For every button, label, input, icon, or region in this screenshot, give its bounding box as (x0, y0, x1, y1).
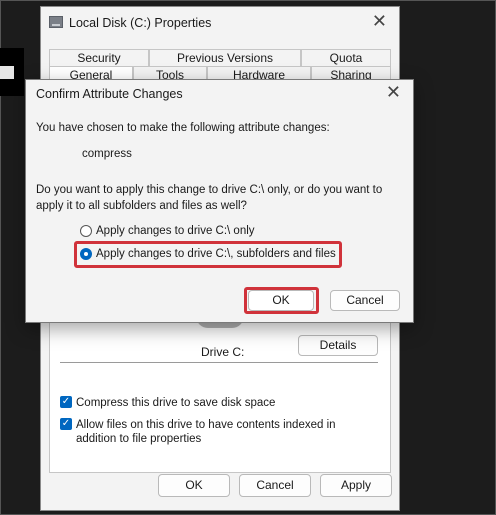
close-icon[interactable]: ✕ (386, 82, 401, 103)
apply-button[interactable]: Apply (320, 474, 392, 497)
option-drive-only[interactable]: Apply changes to drive C:\ only (80, 225, 255, 237)
ok-button[interactable]: OK (158, 474, 230, 497)
index-files-checkbox[interactable]: ✓ (60, 418, 72, 430)
cancel-button[interactable]: Cancel (239, 474, 311, 497)
drive-label: Drive C: (201, 345, 245, 359)
divider (60, 362, 378, 363)
highlight-ok-button (244, 287, 319, 314)
drive-icon (49, 16, 63, 28)
background-window-fragment (0, 66, 14, 79)
tab-previous-versions[interactable]: Previous Versions (149, 49, 301, 67)
close-icon[interactable]: ✕ (372, 11, 387, 32)
properties-titlebar: Local Disk (C:) Properties ✕ (41, 7, 399, 39)
dialog-title: Confirm Attribute Changes (36, 87, 183, 101)
background-window-strip (0, 48, 24, 96)
compress-drive-checkbox[interactable]: ✓ (60, 396, 72, 408)
details-button[interactable]: Details (298, 335, 378, 356)
compress-drive-label: Compress this drive to save disk space (76, 397, 276, 409)
properties-title: Local Disk (C:) Properties (69, 16, 212, 30)
compress-drive-checkbox-row[interactable]: ✓ Compress this drive to save disk space (60, 396, 376, 410)
tab-security[interactable]: Security (49, 49, 149, 67)
dialog-intro-text: You have chosen to make the following at… (36, 122, 330, 134)
confirm-attribute-changes-dialog: Confirm Attribute Changes ✕ You have cho… (25, 79, 414, 323)
option-drive-only-label: Apply changes to drive C:\ only (96, 225, 255, 237)
tab-quota[interactable]: Quota (301, 49, 391, 67)
attribute-name: compress (82, 148, 132, 160)
dialog-question-text: Do you want to apply this change to driv… (36, 184, 383, 212)
radio-drive-only[interactable] (80, 225, 92, 237)
index-files-checkbox-row[interactable]: ✓ Allow files on this drive to have cont… (60, 418, 376, 446)
highlight-selected-option (74, 241, 342, 268)
index-files-label: Allow files on this drive to have conten… (76, 419, 336, 445)
dialog-cancel-button[interactable]: Cancel (330, 290, 400, 311)
